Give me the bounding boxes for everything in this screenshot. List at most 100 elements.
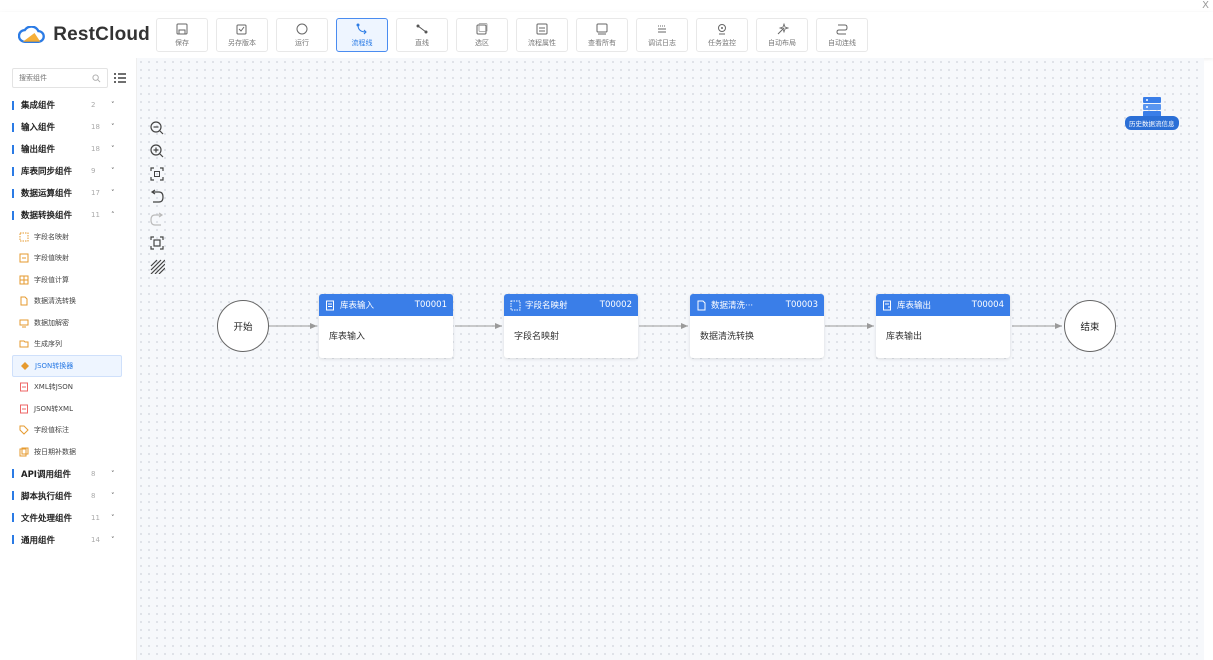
component-data-clean[interactable]: 数据清洗转换	[12, 291, 122, 313]
component-field-value-calc[interactable]: 字段值计算	[12, 269, 122, 291]
group-output[interactable]: 输出组件 18 ˅	[12, 138, 136, 160]
component-field-value-map[interactable]: 字段值映射	[12, 248, 122, 270]
save-label: 保存	[175, 39, 189, 47]
component-label: 数据清洗转换	[34, 297, 76, 306]
group-name: 脚本执行组件	[21, 491, 73, 502]
save-icon	[176, 23, 188, 35]
node-title: 字段名映射	[525, 301, 568, 311]
chevron-down-icon: ˅	[111, 123, 115, 131]
component-json-converter[interactable]: JSON转换器	[12, 355, 122, 377]
straight-line-button[interactable]: 直线	[396, 18, 448, 52]
flow-properties-label: 流程属性	[528, 39, 556, 47]
auto-layout-button[interactable]: 自动布局	[756, 18, 808, 52]
chevron-down-icon: ˅	[111, 535, 115, 544]
select-area-button[interactable]: 选区	[456, 18, 508, 52]
end-node[interactable]: 结束	[1064, 300, 1116, 352]
json-to-xml-icon	[20, 404, 28, 414]
node-body: 字段名映射	[514, 332, 560, 342]
value-map-icon	[19, 253, 29, 263]
auto-layout-label: 自动布局	[768, 39, 796, 47]
select-area-label: 选区	[475, 39, 489, 47]
node-code: T00004	[971, 300, 1004, 310]
node-header: 库表输出 T00004	[876, 294, 1010, 316]
group-api-call[interactable]: API调用组件 8 ˅	[12, 463, 136, 485]
list-view-icon[interactable]	[113, 71, 127, 85]
group-count: 2	[91, 101, 96, 109]
view-all-icon	[596, 23, 608, 35]
group-data-transform[interactable]: 数据转换组件 11 ˄	[12, 204, 136, 226]
search-input[interactable]	[19, 74, 89, 82]
flow-line-button[interactable]: 流程线	[336, 18, 388, 52]
run-button[interactable]: 运行	[276, 18, 328, 52]
component-encrypt[interactable]: 数据加解密	[12, 312, 122, 334]
group-integration[interactable]: 集成组件 2 ˅	[12, 94, 136, 116]
start-node[interactable]: 开始	[217, 300, 269, 352]
group-count: 11	[91, 513, 100, 522]
logo: RestCloud	[0, 24, 150, 46]
component-sequence[interactable]: 生成序列	[12, 334, 122, 356]
node-code: T00001	[414, 300, 447, 310]
debug-log-button[interactable]: 调试日志	[636, 18, 688, 52]
node-code: T00003	[785, 300, 818, 310]
node-data-clean[interactable]: 数据清洗··· T00003 数据清洗转换	[690, 294, 824, 358]
group-name: 输出组件	[21, 145, 56, 155]
group-table-sync[interactable]: 库表同步组件 9 ˅	[12, 160, 136, 182]
search-icon	[92, 73, 101, 82]
grid-toggle-icon[interactable]	[149, 258, 165, 274]
group-name: API调用组件	[21, 469, 71, 480]
group-name: 文件处理组件	[21, 513, 73, 524]
node-field-name-map[interactable]: 字段名映射 T00002 字段名映射	[504, 294, 638, 358]
chevron-down-icon: ˅	[111, 491, 115, 500]
brand-name: RestCloud	[53, 24, 150, 45]
cloud-logo-icon	[18, 26, 45, 43]
save-version-button[interactable]: 另存版本	[216, 18, 268, 52]
zoom-in-icon[interactable]	[149, 143, 165, 159]
component-label: JSON转换器	[35, 361, 74, 370]
history-label: 历史数据流信息	[1125, 116, 1179, 130]
task-monitor-icon	[718, 24, 726, 35]
zoom-out-icon[interactable]	[149, 120, 165, 136]
group-general[interactable]: 通用组件 14 ˅	[12, 529, 136, 551]
group-count: 17	[91, 189, 100, 197]
node-header: 库表输入 T00001	[319, 294, 453, 316]
group-data-compute[interactable]: 数据运算组件 17 ˅	[12, 182, 136, 204]
table-input-icon	[326, 300, 334, 310]
redo-icon[interactable]	[149, 212, 165, 228]
field-map-icon	[510, 300, 521, 310]
close-icon[interactable]: X	[1202, 0, 1209, 11]
group-script[interactable]: 脚本执行组件 8 ˅	[12, 485, 136, 507]
calculator-icon	[19, 275, 29, 285]
group-file[interactable]: 文件处理组件 11 ˅	[12, 507, 136, 529]
save-button[interactable]: 保存	[156, 18, 208, 52]
history-dataflow-button[interactable]: 历史数据流信息	[1125, 96, 1179, 130]
undo-icon[interactable]	[149, 189, 165, 205]
view-all-button[interactable]: 查看所有	[576, 18, 628, 52]
node-table-input[interactable]: 库表输入 T00001 库表输入	[319, 294, 453, 358]
group-name: 输入组件	[21, 123, 56, 133]
group-count: 8	[91, 491, 96, 500]
group-count: 14	[91, 535, 100, 544]
task-monitor-button[interactable]: 任务监控	[696, 18, 748, 52]
component-label: 字段值计算	[34, 275, 69, 284]
chevron-up-icon: ˄	[111, 211, 115, 219]
group-count: 11	[91, 211, 100, 219]
node-body: 库表输入	[329, 332, 366, 342]
debug-log-icon	[658, 25, 666, 33]
component-date-fill[interactable]: 按日期补数据	[12, 441, 122, 463]
flow-properties-button[interactable]: 流程属性	[516, 18, 568, 52]
fit-view-icon[interactable]	[149, 166, 165, 182]
search-box[interactable]	[12, 68, 108, 88]
node-title: 库表输出	[897, 301, 932, 311]
node-table-output[interactable]: 库表输出 T00004 库表输出	[876, 294, 1010, 358]
component-label: JSON转XML	[34, 404, 73, 413]
actual-size-icon[interactable]	[149, 235, 165, 251]
group-input[interactable]: 输入组件 18 ˅	[12, 116, 136, 138]
component-xml-to-json[interactable]: XML转JSON	[12, 377, 122, 399]
auto-connect-button[interactable]: 自动连线	[816, 18, 868, 52]
component-json-to-xml[interactable]: JSON转XML	[12, 398, 122, 420]
component-field-name-map[interactable]: 字段名映射	[12, 226, 122, 248]
group-count: 18	[91, 145, 100, 153]
component-field-tag[interactable]: 字段值标注	[12, 420, 122, 442]
group-count: 18	[91, 123, 100, 131]
flow-canvas[interactable]: 历史数据流信息 开始 库表输入 T00001 库表输入 字段名映射 T00002	[137, 58, 1204, 660]
